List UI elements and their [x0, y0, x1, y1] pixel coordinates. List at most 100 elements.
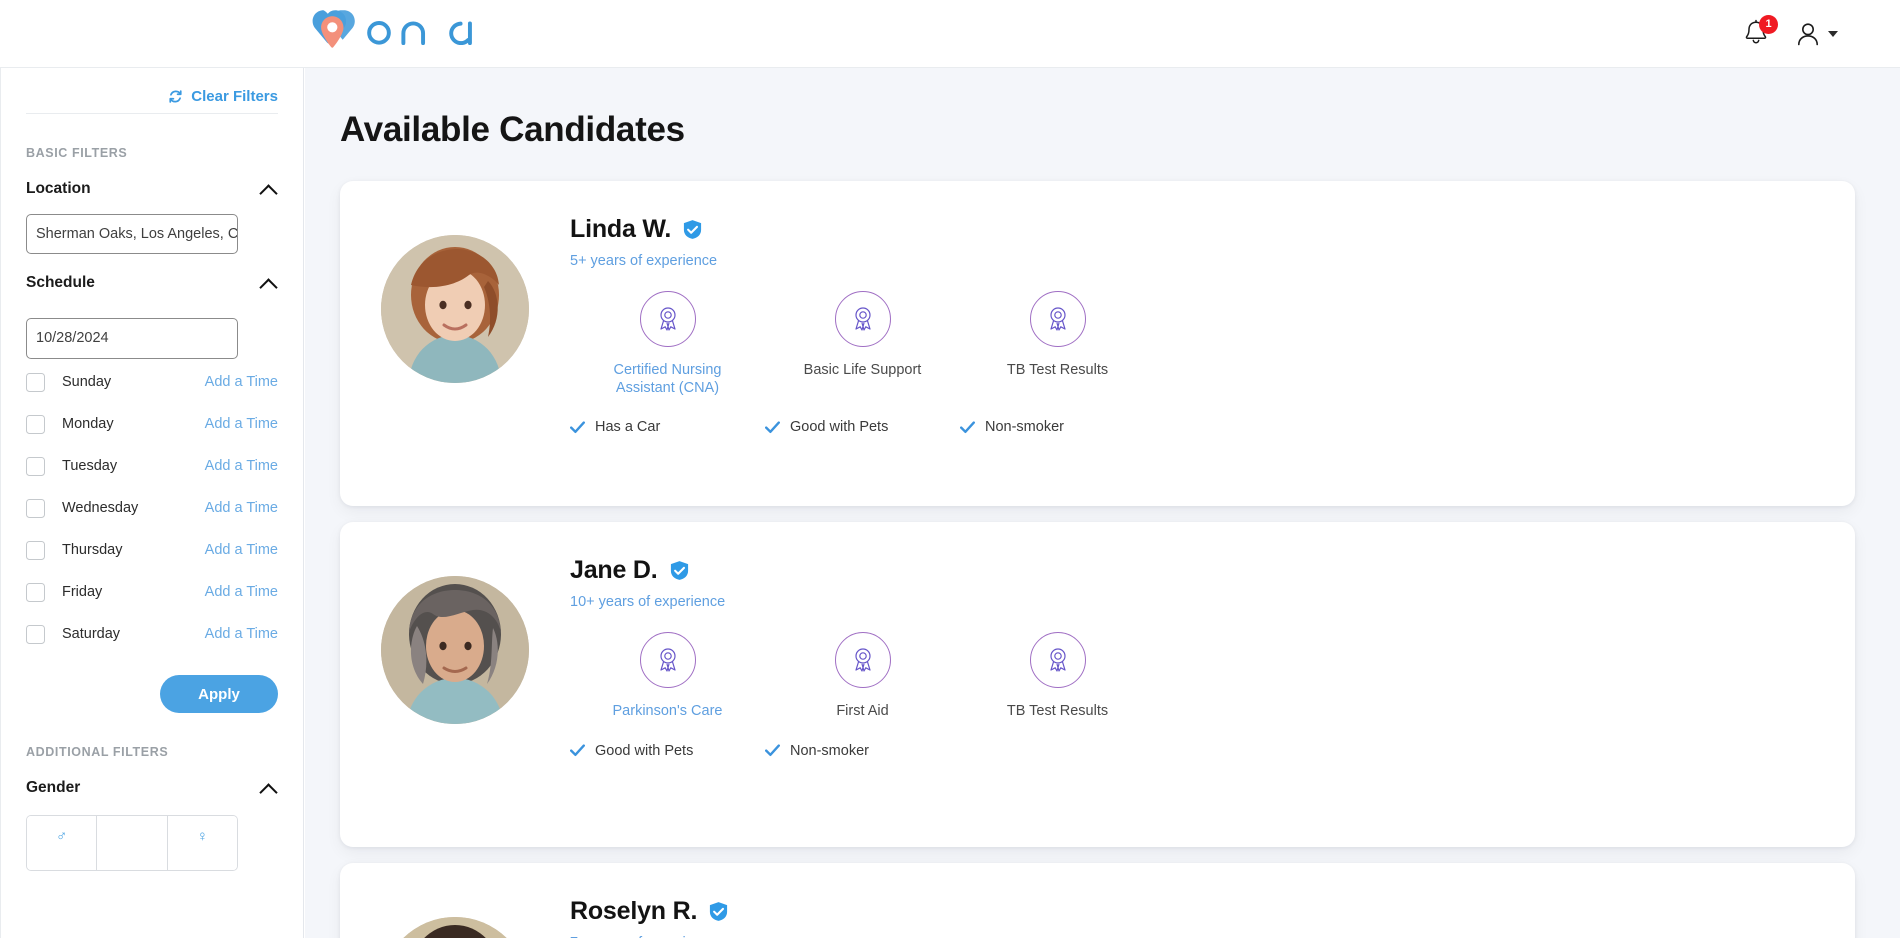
day-label-thursday: Thursday [62, 542, 123, 558]
attribute-item: Non-smoker [765, 743, 960, 759]
badge-item[interactable]: TB Test Results [960, 291, 1155, 397]
header-actions: 1 [1743, 0, 1838, 68]
chevron-up-icon [260, 783, 278, 794]
candidate-experience: 10+ years of experience [570, 594, 726, 610]
chevron-up-icon [260, 184, 278, 195]
candidate-attributes: Good with Pets Non-smoker [570, 743, 1855, 759]
candidate-name: Roselyn R. [570, 897, 698, 925]
attribute-item: Good with Pets [765, 419, 960, 435]
add-time-thursday[interactable]: Add a Time [205, 542, 278, 558]
day-row-friday: Friday Add a Time [26, 573, 278, 611]
candidate-info-col: Linda W. 5+ years of experience Certifie… [570, 203, 1855, 506]
add-time-tuesday[interactable]: Add a Time [205, 458, 278, 474]
gender-option-any[interactable] [97, 816, 168, 870]
candidate-badges: Certified Nursing Assistant (CNA) Basic … [570, 291, 1855, 397]
badge-item[interactable]: Parkinson's Care [570, 632, 765, 721]
attribute-item: Good with Pets [570, 743, 765, 759]
chevron-up-icon [260, 278, 278, 289]
filter-group-gender: Gender ♂ ♀ [26, 775, 278, 871]
attribute-label: Has a Car [595, 419, 661, 436]
check-icon [570, 744, 585, 757]
candidates-main: Available Candidates Linda W. 5+ years o… [305, 68, 1900, 938]
avatar [381, 576, 529, 724]
app-logo[interactable] [310, 8, 475, 52]
filter-group-location: Location Sherman Oaks, Los Angeles, CA, … [26, 176, 278, 254]
gender-option-male[interactable]: ♂ [27, 816, 98, 870]
attribute-item: Has a Car [570, 419, 765, 435]
add-time-monday[interactable]: Add a Time [205, 416, 278, 432]
day-checkbox-friday[interactable] [26, 582, 45, 602]
refresh-icon [169, 90, 182, 103]
day-checkbox-wednesday[interactable] [26, 498, 45, 518]
candidate-name: Jane D. [570, 556, 658, 584]
location-filter-toggle[interactable]: Location [26, 176, 278, 202]
badge-item[interactable]: First Aid [765, 632, 960, 721]
clear-filters-label: Clear Filters [191, 88, 278, 105]
badge-item[interactable]: TB Test Results [960, 632, 1155, 721]
schedule-date-input[interactable]: 10/28/2024 [26, 318, 238, 359]
page-title: Available Candidates [340, 110, 685, 149]
notification-count-badge: 1 [1759, 15, 1778, 34]
attribute-label: Non-smoker [985, 419, 1064, 436]
attribute-label: Non-smoker [790, 742, 869, 759]
add-time-sunday[interactable]: Add a Time [205, 374, 278, 390]
schedule-filter-toggle[interactable]: Schedule [26, 270, 278, 296]
badge-circle [834, 632, 891, 688]
candidate-card[interactable]: Jane D. 10+ years of experience Parkinso… [340, 522, 1855, 847]
candidate-name-row: Jane D. [570, 556, 1855, 585]
day-row-tuesday: Tuesday Add a Time [26, 447, 278, 485]
award-ribbon-icon [854, 648, 871, 672]
day-checkbox-monday[interactable] [26, 414, 45, 434]
candidate-name: Linda W. [570, 215, 672, 243]
ona-logo-mark-icon [312, 10, 355, 48]
badge-item[interactable]: Certified Nursing Assistant (CNA) [570, 291, 765, 397]
candidate-photo-icon [381, 576, 529, 724]
check-icon [960, 421, 975, 433]
gender-option-group: ♂ ♀ [26, 815, 238, 871]
schedule-days-list: Sunday Add a Time Monday Add a Time Tues… [26, 363, 278, 653]
attribute-label: Good with Pets [790, 419, 889, 436]
gender-option-female[interactable]: ♀ [167, 816, 237, 870]
day-label-sunday: Sunday [62, 374, 112, 390]
location-input[interactable]: Sherman Oaks, Los Angeles, CA, USA [26, 214, 238, 254]
basic-filters-heading: BASIC FILTERS [26, 146, 128, 160]
gender-filter-toggle[interactable]: Gender [26, 775, 278, 801]
candidate-attributes: Has a Car Good with Pets Non-smoker [570, 419, 1855, 435]
badge-circle [639, 291, 696, 347]
add-time-friday[interactable]: Add a Time [205, 584, 278, 600]
day-checkbox-tuesday[interactable] [26, 456, 45, 476]
candidate-photo-icon [381, 917, 529, 938]
check-icon [765, 744, 780, 757]
day-checkbox-saturday[interactable] [26, 624, 45, 644]
day-label-monday: Monday [62, 416, 114, 432]
notifications-button[interactable]: 1 [1743, 15, 1778, 49]
account-menu-button[interactable] [1795, 20, 1838, 48]
badge-label[interactable]: Certified Nursing Assistant (CNA) [603, 362, 733, 397]
location-filter-title: Location [26, 180, 91, 197]
clear-filters-button[interactable]: Clear Filters [26, 68, 278, 114]
candidate-photo-col [340, 544, 570, 847]
schedule-filter-title: Schedule [26, 274, 95, 291]
female-icon: ♀ [196, 828, 208, 845]
day-checkbox-thursday[interactable] [26, 540, 45, 560]
day-checkbox-sunday[interactable] [26, 372, 45, 392]
candidate-photo-icon [381, 235, 529, 383]
candidate-photo-col [340, 885, 570, 938]
day-row-sunday: Sunday Add a Time [26, 363, 278, 401]
attribute-label: Good with Pets [595, 742, 694, 759]
verified-badge-icon [710, 902, 728, 921]
award-ribbon-icon [1049, 307, 1066, 331]
ona-wordmark-icon [367, 21, 472, 45]
candidate-experience: 5+ years of experience [570, 253, 718, 269]
badge-label[interactable]: Parkinson's Care [613, 703, 723, 721]
badge-item[interactable]: Basic Life Support [765, 291, 960, 397]
apply-filters-button[interactable]: Apply [160, 675, 278, 713]
day-row-thursday: Thursday Add a Time [26, 531, 278, 569]
gender-filter-title: Gender [26, 779, 81, 796]
add-time-wednesday[interactable]: Add a Time [205, 500, 278, 516]
chevron-down-icon [1828, 31, 1838, 37]
award-ribbon-icon [659, 648, 676, 672]
candidate-card[interactable]: Roselyn R. 7+ years of experience [340, 863, 1855, 938]
candidate-card[interactable]: Linda W. 5+ years of experience Certifie… [340, 181, 1855, 506]
add-time-saturday[interactable]: Add a Time [205, 626, 278, 642]
